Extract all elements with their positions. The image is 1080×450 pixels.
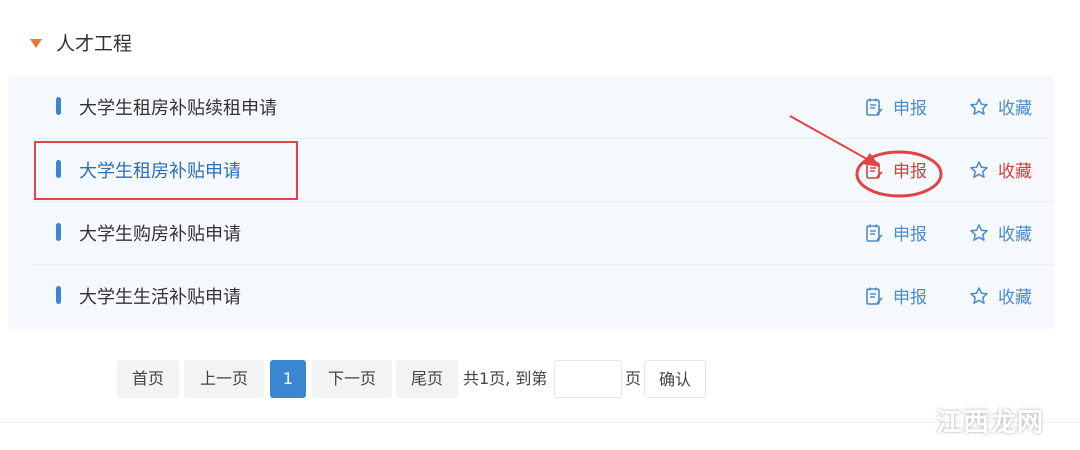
confirm-button[interactable]: 确认 <box>644 360 706 398</box>
bullet-bar-icon <box>56 97 61 115</box>
apply-label: 申报 <box>893 162 927 182</box>
favorite-label: 收藏 <box>998 225 1032 245</box>
favorite-label: 收藏 <box>998 162 1032 182</box>
section-header[interactable]: 人才工程 <box>30 28 132 56</box>
bullet-bar-icon <box>56 286 61 304</box>
item-title[interactable]: 大学生购房补贴申请 <box>79 220 241 246</box>
favorite-button[interactable]: 收藏 <box>969 157 1032 182</box>
apply-button[interactable]: 申报 <box>864 220 927 245</box>
bullet-bar-icon <box>56 223 61 241</box>
star-icon <box>970 286 988 304</box>
favorite-button[interactable]: 收藏 <box>969 220 1032 245</box>
total-pages-text: 共1页, 到第 <box>463 369 548 388</box>
favorite-button[interactable]: 收藏 <box>969 283 1032 308</box>
caret-down-icon <box>30 38 42 48</box>
watermark-logo: 江西龙网 <box>935 408 1044 438</box>
divider <box>0 422 1080 423</box>
form-edit-icon <box>866 161 883 179</box>
prev-page-button[interactable]: 上一页 <box>184 360 264 398</box>
page-1-button[interactable]: 1 <box>270 360 306 398</box>
apply-label: 申报 <box>893 225 927 245</box>
service-list: 大学生租房补贴续租申请 申报 收藏 大学生租房补贴申请 申报 收藏 大学生购房补… <box>8 75 1054 329</box>
item-title[interactable]: 大学生租房补贴续租申请 <box>79 94 277 120</box>
list-item: 大学生租房补贴续租申请 申报 收藏 <box>30 75 1054 139</box>
apply-button[interactable]: 申报 <box>864 157 927 182</box>
form-edit-icon <box>866 98 883 116</box>
list-item: 大学生生活补贴申请 申报 收藏 <box>30 264 1054 327</box>
form-edit-icon <box>866 224 883 242</box>
highlight-box <box>34 141 298 200</box>
star-icon <box>970 97 988 115</box>
favorite-button[interactable]: 收藏 <box>969 94 1032 119</box>
list-item: 大学生购房补贴申请 申报 收藏 <box>30 201 1054 265</box>
apply-label: 申报 <box>893 288 927 308</box>
section-title: 人才工程 <box>56 32 133 55</box>
apply-label: 申报 <box>893 99 927 119</box>
first-page-button[interactable]: 首页 <box>117 360 179 398</box>
apply-button[interactable]: 申报 <box>864 94 927 119</box>
next-page-button[interactable]: 下一页 <box>312 360 392 398</box>
apply-button[interactable]: 申报 <box>864 283 927 308</box>
item-title[interactable]: 大学生生活补贴申请 <box>79 283 241 309</box>
pagination: 首页 上一页 1 下一页 尾页 共1页, 到第 页 确认 <box>0 360 1080 398</box>
star-icon <box>970 160 988 178</box>
favorite-label: 收藏 <box>998 99 1032 119</box>
goto-page-input[interactable] <box>554 360 622 398</box>
page-unit-text: 页 <box>625 369 642 388</box>
last-page-button[interactable]: 尾页 <box>396 360 458 398</box>
star-icon <box>970 223 988 241</box>
favorite-label: 收藏 <box>998 288 1032 308</box>
form-edit-icon <box>866 287 883 305</box>
